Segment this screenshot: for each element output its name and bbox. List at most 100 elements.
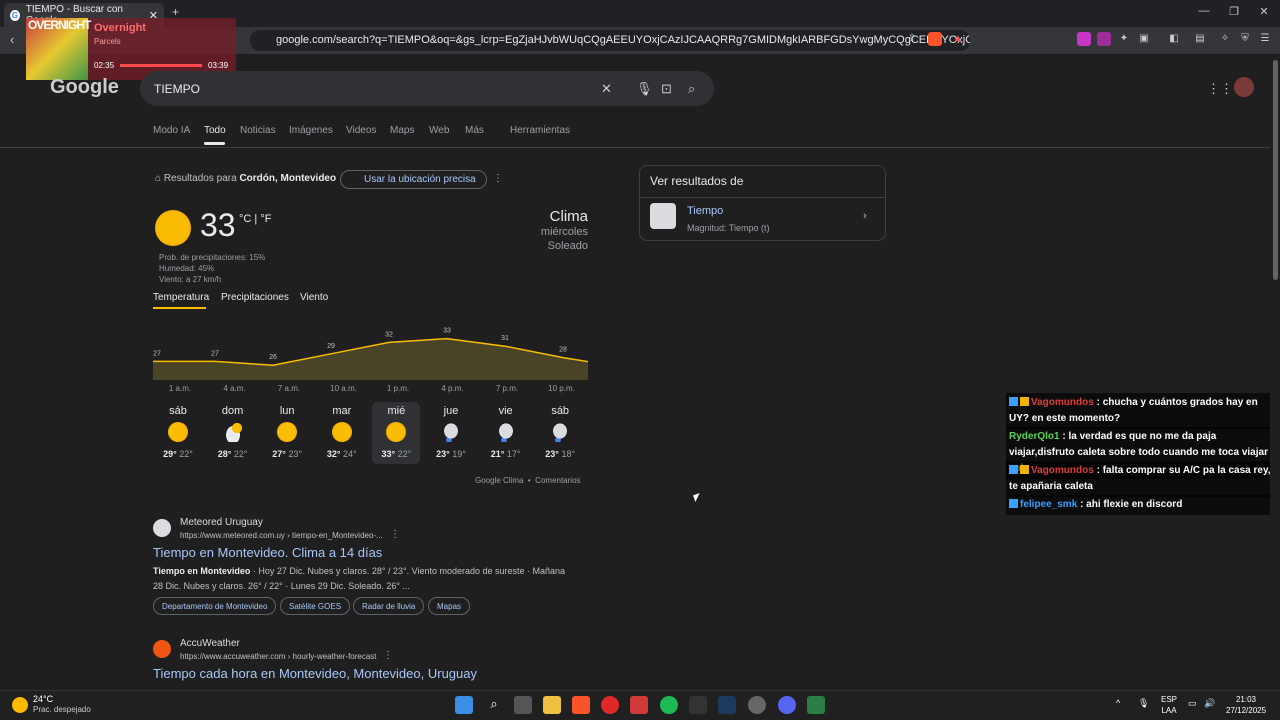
epic-games-icon[interactable] [689,696,707,714]
result-url[interactable]: https://www.accuweather.com › hourly-wea… [180,652,377,661]
tab-viento[interactable]: Viento [300,292,328,303]
apps-grid-icon[interactable]: ⋮⋮ [1207,81,1233,97]
volume-icon[interactable]: 🔊 [1204,698,1215,709]
tab-mas[interactable]: Más [465,125,484,136]
minimize-icon[interactable]: — [1194,5,1214,17]
day-card[interactable]: mié 33° 22° [372,402,421,464]
avatar[interactable] [1234,77,1254,97]
chip-departamento[interactable]: Departamento de Montevideo [153,597,277,615]
tab-precipitaciones[interactable]: Precipitaciones [221,292,289,303]
day-card[interactable]: sáb 23° 18° [536,402,584,464]
result-site[interactable]: AccuWeather [180,638,240,649]
snippet-text: · Hoy 27 Dic. Nubes y claros. 28° / 23°.… [250,566,566,576]
wallet-icon[interactable]: ▤ [1193,32,1207,46]
unit-toggle[interactable]: °C | °F [239,213,271,225]
chip-mapas[interactable]: Mapas [428,597,471,615]
tab-imagenes[interactable]: Imágenes [289,125,333,136]
day-card[interactable]: sáb 29° 22° [154,402,202,464]
google-logo[interactable]: Google [50,76,119,99]
chevron-right-icon[interactable]: › [863,210,867,222]
brave-shield-icon[interactable] [928,32,942,46]
tab-temperatura[interactable]: Temperatura [153,292,209,303]
search-box[interactable] [140,71,714,106]
result-site[interactable]: Meteored Uruguay [180,517,263,528]
app-icon[interactable] [807,696,825,714]
chip-radar[interactable]: Radar de lluvia [353,597,425,615]
day-card[interactable]: lun 27° 23° [263,402,311,464]
precise-location-button[interactable]: Usar la ubicación precisa [340,170,487,189]
lens-icon[interactable]: ⊡ [661,81,672,97]
start-icon[interactable] [455,696,473,714]
comentarios-link[interactable]: Comentarios [535,476,580,485]
network-icon[interactable]: ▭ [1188,698,1197,709]
more-options-icon[interactable]: ⋮ [493,173,503,184]
new-tab-icon[interactable]: + [172,5,179,19]
discord-icon[interactable] [778,696,796,714]
search-input[interactable]: TIEMPO [154,82,200,96]
panel-item[interactable]: Tiempo [687,205,723,217]
brave-browser-icon[interactable] [572,696,590,714]
share-icon[interactable]: ⇪ [905,32,919,46]
day-card[interactable]: mar 32° 24° [318,402,366,464]
day-card[interactable]: jue 23° 19° [427,402,475,464]
taskbar-clock[interactable]: 21:03 27/12/2025 [1226,694,1266,716]
brave-rewards-icon[interactable]: ▲ [951,32,965,46]
day-card[interactable]: vie 21° 17° [482,402,530,464]
result-url[interactable]: https://www.meteored.com.uy › tiempo-en_… [180,531,383,540]
task-view-icon[interactable] [514,696,532,714]
app-icon[interactable] [748,696,766,714]
file-explorer-icon[interactable] [543,696,561,714]
tab-maps[interactable]: Maps [390,125,414,136]
temperature-chart: 27 27 26 29 32 33 31 28 [153,328,588,380]
language-indicator[interactable]: ESP LAA [1161,694,1177,716]
close-window-icon[interactable]: ✕ [1254,5,1274,18]
taskbar-weather-desc[interactable]: Prac. despejado [33,705,91,714]
weather-widget-icon[interactable] [12,697,28,713]
home-icon: ⌂ [155,173,164,184]
tab-noticias[interactable]: Noticias [240,125,276,136]
extension-icon[interactable] [1077,32,1091,46]
tab-todo[interactable]: Todo [204,125,226,136]
address-bar[interactable]: google.com/search?q=TIEMPO&oq=&gs_lcrp=E… [250,30,970,51]
tab-herramientas[interactable]: Herramientas [510,125,570,136]
restore-icon[interactable]: ❐ [1224,5,1244,18]
partly-cloudy-icon [222,422,243,442]
extensions-puzzle-icon[interactable]: ✦ [1117,32,1131,46]
album-art: OVERNIGHT [26,18,91,80]
taskbar-temp[interactable]: 24°C [33,694,53,704]
day-card[interactable]: dom 28° 22° [209,402,257,464]
steam-icon[interactable] [718,696,736,714]
tab-videos[interactable]: Videos [346,125,376,136]
app-icon[interactable] [630,696,648,714]
spotify-icon[interactable] [660,696,678,714]
chip-satelite[interactable]: Satélite GOES [280,597,351,615]
temperature-data-label: 33 [443,328,451,335]
search-icon[interactable]: ⌕ [688,81,695,97]
day-temps: 29° 22° [154,449,202,459]
result-menu-icon[interactable]: ⋮ [383,650,393,661]
scrollbar-thumb[interactable] [1273,60,1278,280]
media-player-icon[interactable] [601,696,619,714]
microphone-icon[interactable]: 🎙 [1138,698,1149,709]
leo-ai-icon[interactable]: ✧ [1218,32,1232,46]
menu-icon[interactable]: ☰ [1258,32,1272,46]
google-clima-link[interactable]: Google Clima [475,476,523,485]
clear-icon[interactable]: ✕ [601,81,612,97]
tab-modo-ia[interactable]: Modo IA [153,125,190,136]
humidity: Humedad: 45% [159,264,215,273]
tray-chevron-icon[interactable]: ^ [1116,698,1120,708]
day-low: 22° [397,449,412,459]
hour-label: 7 p.m. [495,384,519,393]
extension-icon[interactable]: ▣ [1137,32,1151,46]
result-menu-icon[interactable]: ⋮ [390,529,400,540]
sidebar-icon[interactable]: ◧ [1167,32,1181,46]
microphone-icon[interactable]: 🎙 [636,81,653,97]
extension-icon[interactable] [1097,32,1111,46]
search-icon[interactable]: ⌕ [485,696,503,714]
vpn-shield-icon[interactable]: ⛨ [1238,32,1252,46]
back-icon[interactable]: ‹ [10,32,14,47]
tab-web[interactable]: Web [429,125,449,136]
result-title[interactable]: Tiempo en Montevideo. Clima a 14 días [153,545,382,560]
result-title[interactable]: Tiempo cada hora en Montevideo, Montevid… [153,666,477,681]
day-name: sáb [551,405,570,417]
